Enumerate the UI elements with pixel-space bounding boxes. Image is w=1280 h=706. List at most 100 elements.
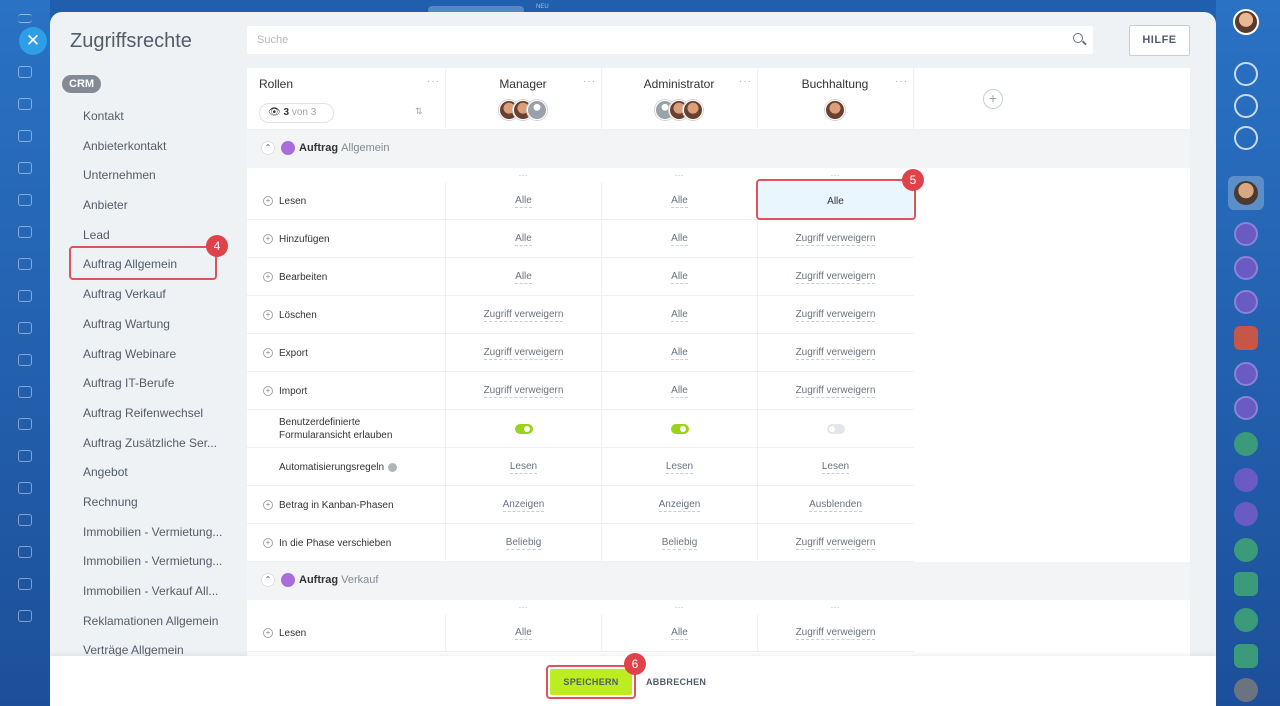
permission-cell[interactable]: Alle: [601, 220, 757, 258]
permission-cell[interactable]: Alle: [445, 182, 601, 220]
permission-cell[interactable]: Zugriff verweigern: [757, 220, 913, 258]
sd-icon[interactable]: [1234, 222, 1258, 246]
permission-cell[interactable]: Zugriff verweigern: [757, 296, 913, 334]
permission-cell[interactable]: Zugriff verweigern: [445, 334, 601, 372]
selected-contact[interactable]: [1228, 176, 1264, 210]
permission-value[interactable]: Zugriff verweigern: [483, 385, 564, 398]
sidebar-item[interactable]: Angebot: [83, 460, 243, 490]
permission-value[interactable]: Zugriff verweigern: [795, 347, 876, 360]
role-filter[interactable]: 👁 3 von 3: [259, 103, 334, 123]
column-menu-icon[interactable]: ···: [583, 76, 596, 87]
crm-group-badge[interactable]: CRM: [62, 75, 102, 93]
permission-cell[interactable]: Alle: [601, 182, 757, 220]
sidebar-item[interactable]: Auftrag Verkauf: [83, 282, 243, 312]
channel-icon[interactable]: [1234, 256, 1258, 280]
column-menu-icon[interactable]: ···: [895, 76, 908, 87]
expand-icon[interactable]: +: [263, 500, 273, 510]
permission-value[interactable]: Zugriff verweigern: [795, 537, 876, 550]
column-manager[interactable]: Manager: [445, 77, 601, 91]
permission-cell[interactable]: Alle: [601, 296, 757, 334]
sidebar-item[interactable]: Auftrag Wartung: [83, 312, 243, 342]
permission-cell[interactable]: Lesen: [757, 448, 913, 486]
permission-value[interactable]: Anzeigen: [502, 499, 545, 512]
filter-icon[interactable]: [18, 546, 32, 558]
lock-icon[interactable]: [1234, 468, 1258, 492]
expand-icon[interactable]: +: [263, 272, 273, 282]
sidebar-item[interactable]: Auftrag Reifenwechsel: [83, 401, 243, 431]
help-button[interactable]: HILFE: [1129, 25, 1190, 56]
section-header[interactable]: ⌃ Auftrag Allgemein: [247, 130, 1190, 168]
permission-cell[interactable]: Zugriff verweigern: [757, 614, 913, 652]
toggle-switch[interactable]: [514, 424, 533, 434]
search-icon[interactable]: [1073, 33, 1083, 43]
expand-icon[interactable]: +: [263, 310, 273, 320]
contacts-icon[interactable]: [18, 162, 32, 174]
user-avatar[interactable]: [1233, 9, 1259, 35]
permission-cell[interactable]: Beliebig: [601, 524, 757, 562]
crm-icon[interactable]: [18, 226, 32, 238]
expand-icon[interactable]: +: [263, 538, 273, 548]
task-icon[interactable]: [1234, 326, 1258, 350]
team-icon[interactable]: [18, 610, 32, 622]
cell-menu-icon[interactable]: ···: [445, 170, 601, 180]
sidebar-item[interactable]: Anbieter: [83, 193, 243, 223]
chat-bubble-icon[interactable]: [1234, 126, 1258, 150]
lock-icon[interactable]: [1234, 608, 1258, 632]
permission-value[interactable]: Zugriff verweigern: [795, 271, 876, 284]
permission-cell[interactable]: Alle: [601, 614, 757, 652]
calendar-icon[interactable]: [18, 578, 32, 590]
column-menu-icon[interactable]: ···: [739, 76, 752, 87]
cart-icon[interactable]: [18, 386, 32, 398]
permission-value[interactable]: Zugriff verweigern: [483, 309, 564, 322]
permission-cell[interactable]: Ausblenden: [757, 486, 913, 524]
bell-icon[interactable]: [1234, 62, 1258, 86]
lock-icon[interactable]: [1234, 432, 1258, 456]
permission-cell[interactable]: Zugriff verweigern: [757, 524, 913, 562]
sidebar-item[interactable]: Auftrag IT-Berufe: [83, 371, 243, 401]
roles-menu-icon[interactable]: ···: [427, 76, 440, 87]
sign-icon[interactable]: [18, 418, 32, 430]
permission-cell[interactable]: [445, 410, 601, 448]
permission-value[interactable]: Alle: [515, 233, 532, 246]
permission-cell[interactable]: Lesen: [445, 448, 601, 486]
expand-icon[interactable]: +: [263, 196, 273, 206]
permission-value[interactable]: Alle: [671, 233, 688, 246]
permission-cell[interactable]: Zugriff verweigern: [757, 258, 913, 296]
menu-icon[interactable]: [18, 14, 32, 23]
channel-icon[interactable]: [1234, 290, 1258, 314]
sidebar-item[interactable]: Immobilien - Verkauf All...: [83, 579, 243, 609]
close-button[interactable]: ✕: [19, 27, 47, 55]
permission-cell[interactable]: Beliebig: [445, 524, 601, 562]
permission-cell[interactable]: Anzeigen: [445, 486, 601, 524]
permission-value[interactable]: Alle: [515, 271, 532, 284]
sidebar-item[interactable]: Reklamationen Allgemein: [83, 609, 243, 639]
permission-cell[interactable]: Zugriff verweigern: [445, 372, 601, 410]
check-square-icon[interactable]: [1234, 644, 1258, 668]
expand-icon[interactable]: +: [263, 628, 273, 638]
sidebar-item[interactable]: Rechnung: [83, 490, 243, 520]
info-icon[interactable]: [388, 462, 398, 472]
toggle-switch[interactable]: [826, 424, 845, 434]
permission-value[interactable]: Lesen: [821, 461, 850, 474]
sidebar-item[interactable]: Anbieterkontakt: [83, 134, 243, 164]
sidebar-item[interactable]: Immobilien - Vermietung...: [83, 520, 243, 550]
permission-value[interactable]: Alle: [671, 195, 688, 208]
cell-menu-icon[interactable]: ···: [445, 602, 601, 612]
permission-value[interactable]: Alle: [671, 385, 688, 398]
lock-icon[interactable]: [1234, 502, 1258, 526]
sort-icon[interactable]: ⇅: [415, 106, 423, 117]
permission-value[interactable]: Alle: [515, 195, 532, 208]
cell-menu-icon[interactable]: ···: [757, 602, 913, 612]
tasks-icon[interactable]: [18, 130, 32, 142]
permission-value[interactable]: Zugriff verweigern: [795, 385, 876, 398]
permission-cell[interactable]: [757, 410, 913, 448]
permission-value[interactable]: Alle: [671, 347, 688, 360]
sidebar-item[interactable]: Unternehmen: [83, 163, 243, 193]
permission-cell[interactable]: Anzeigen: [601, 486, 757, 524]
lock-icon[interactable]: [1234, 538, 1258, 562]
permission-value[interactable]: Beliebig: [505, 537, 542, 550]
permission-cell[interactable]: Zugriff verweigern: [757, 334, 913, 372]
permission-cell[interactable]: Zugriff verweigern: [445, 296, 601, 334]
copy-icon[interactable]: [18, 322, 32, 334]
sidebar-item[interactable]: Auftrag Webinare: [83, 342, 243, 372]
